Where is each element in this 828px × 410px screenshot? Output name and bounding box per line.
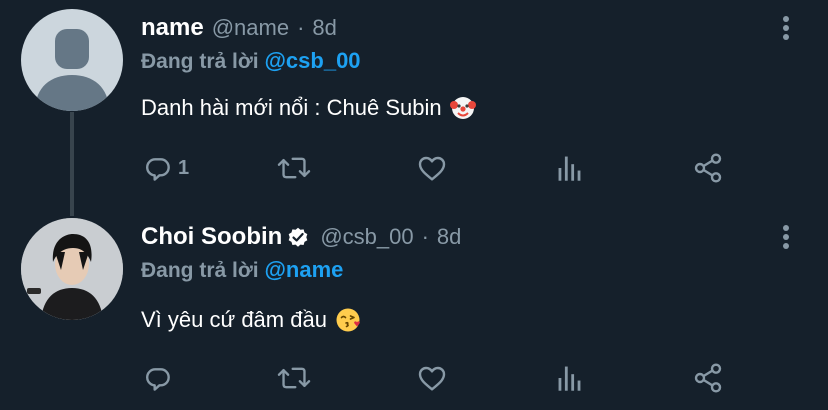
more-options-button[interactable]: [776, 10, 796, 46]
share-button[interactable]: [692, 150, 724, 186]
more-options-button[interactable]: [776, 219, 796, 255]
tweet-2[interactable]: Choi Soobin @csb_00 · 8d Đang trả lời @n…: [0, 205, 828, 410]
analytics-icon: [558, 366, 581, 391]
analytics-icon: [558, 156, 581, 181]
share-button[interactable]: [692, 360, 724, 396]
clown-face-emoji-icon: [449, 95, 476, 121]
share-icon: [694, 153, 722, 183]
tweet-text-content: Danh hài mới nổi : Chuê Subin: [141, 95, 442, 120]
tweet-actions: 1: [0, 150, 828, 186]
retweet-icon: [277, 367, 311, 389]
reply-button[interactable]: [142, 360, 178, 396]
avatar-profile-photo[interactable]: [21, 218, 123, 320]
timestamp[interactable]: 8d: [312, 15, 336, 41]
default-avatar-icon: [21, 9, 123, 111]
reply-icon: [146, 158, 170, 181]
user-handle[interactable]: @name: [212, 15, 289, 41]
separator-dot: ·: [421, 224, 429, 249]
mention-link[interactable]: @name: [264, 257, 343, 282]
avatar-default[interactable]: [21, 9, 123, 111]
reply-button[interactable]: 1: [142, 150, 189, 186]
tweet-text: Danh hài mới nổi : Chuê Subin: [141, 91, 476, 125]
display-name[interactable]: Choi Soobin: [141, 223, 282, 251]
analytics-button[interactable]: [556, 360, 584, 396]
tweet-1[interactable]: name @name · 8d Đang trả lời @csb_00 Dan…: [0, 0, 828, 205]
replying-to-line: Đang trả lời @name: [141, 255, 343, 285]
reply-icon: [146, 368, 170, 391]
analytics-button[interactable]: [556, 150, 584, 186]
retweet-button[interactable]: [277, 360, 311, 396]
separator-dot: ·: [297, 15, 305, 40]
retweet-icon: [277, 157, 311, 179]
reply-count: 1: [178, 156, 190, 179]
user-handle[interactable]: @csb_00: [320, 224, 413, 250]
mention-link[interactable]: @csb_00: [264, 48, 360, 73]
face-blowing-a-kiss-emoji-icon: [335, 307, 361, 333]
profile-photo-icon: [21, 218, 123, 320]
tweet-text-content: Vì yêu cứ đâm đầu: [141, 307, 327, 332]
replying-prefix: Đang trả lời: [141, 50, 259, 73]
heart-icon: [418, 156, 446, 181]
tweet-header: Choi Soobin @csb_00 · 8d: [141, 217, 461, 257]
tweet-text: Vì yêu cứ đâm đầu: [141, 303, 361, 337]
more-vertical-icon: [783, 16, 789, 40]
display-name[interactable]: name: [141, 14, 204, 42]
verified-badge-icon: [286, 225, 310, 249]
heart-icon: [418, 366, 446, 391]
share-icon: [694, 363, 722, 393]
tweet-header: name @name · 8d: [141, 8, 337, 48]
replying-prefix: Đang trả lời: [141, 259, 259, 282]
retweet-button[interactable]: [277, 150, 311, 186]
replying-to-line: Đang trả lời @csb_00: [141, 46, 361, 76]
like-button[interactable]: [416, 360, 448, 396]
more-vertical-icon: [783, 225, 789, 249]
tweet-actions: [0, 360, 828, 396]
timestamp[interactable]: 8d: [437, 224, 461, 250]
like-button[interactable]: [416, 150, 448, 186]
